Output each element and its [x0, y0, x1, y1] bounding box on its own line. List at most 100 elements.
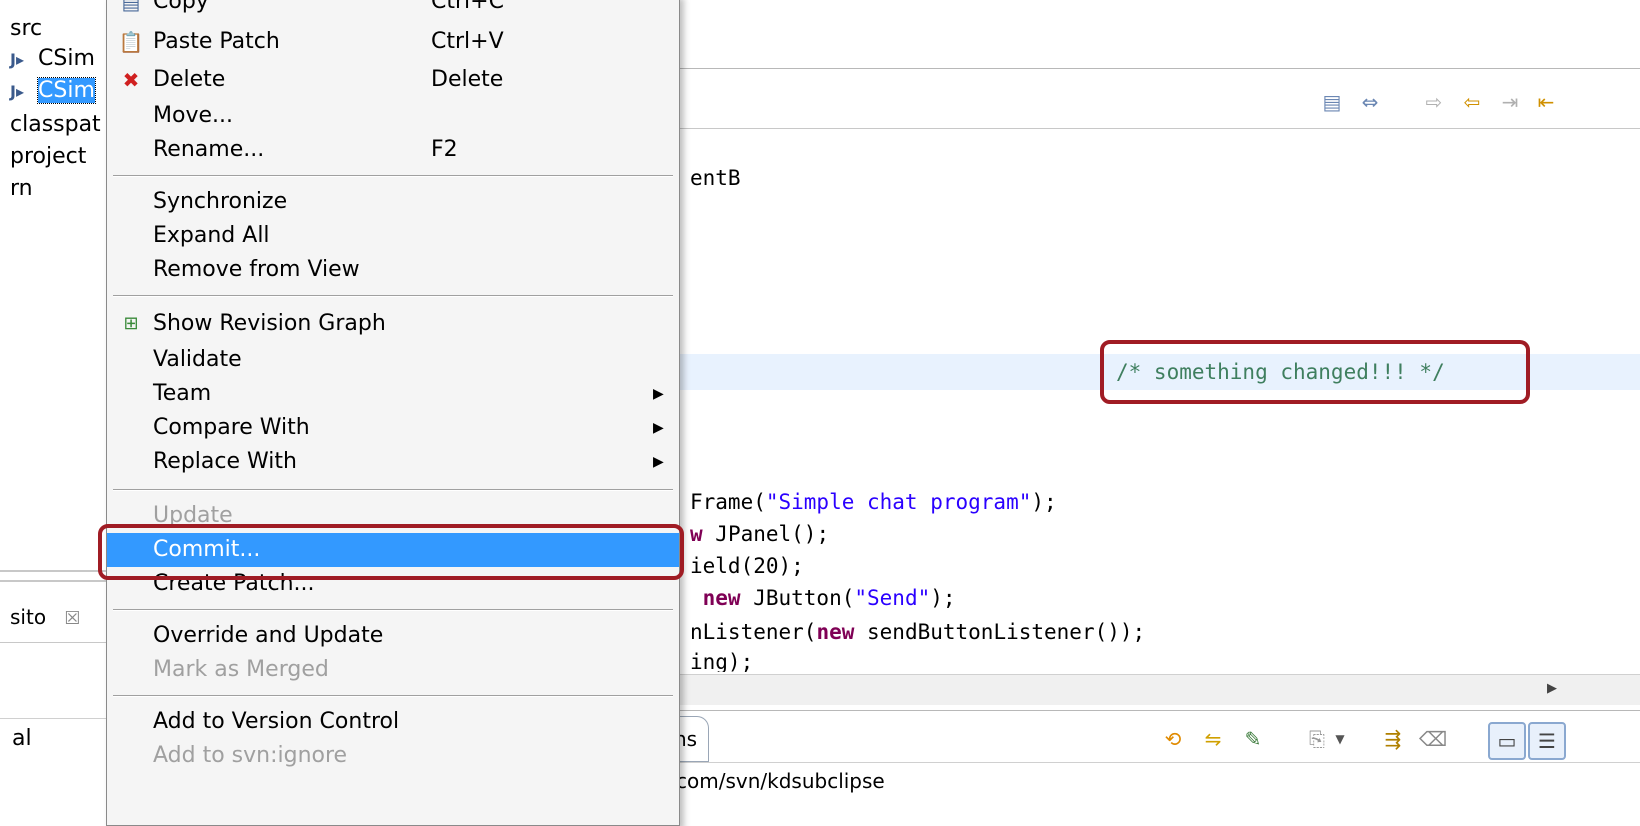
scroll-right-icon[interactable]: ▶: [1540, 678, 1564, 700]
menu-item-override-and-update[interactable]: Override and Update: [107, 619, 679, 653]
menu-item-label: Add to svn:ignore: [153, 743, 348, 768]
menu-item-add-to-version-control[interactable]: Add to Version Control: [107, 705, 679, 739]
close-icon[interactable]: ☒: [64, 608, 80, 629]
next-diff-icon[interactable]: ⇨: [1418, 86, 1450, 118]
prev-diff-icon[interactable]: ⇦: [1456, 86, 1488, 118]
code-line: Frame("Simple chat program");: [690, 486, 1057, 518]
layout-icon[interactable]: ▤: [1316, 86, 1348, 118]
tree-item-project[interactable]: project: [10, 142, 86, 172]
copy-right-icon[interactable]: ⇥: [1494, 86, 1526, 118]
menu-item-rename[interactable]: Rename... F2: [107, 133, 679, 167]
menu-separator: [113, 489, 673, 491]
code-line: new JButton("Send");: [690, 582, 956, 614]
menu-item-synchronize[interactable]: Synchronize: [107, 185, 679, 219]
tree-item-label: CSim: [38, 46, 95, 71]
menu-item-replace-with[interactable]: Replace With ▶: [107, 445, 679, 479]
menu-item-label: Move...: [153, 103, 233, 128]
menu-item-label: Rename...: [153, 137, 265, 162]
code-string: "Send": [854, 586, 931, 610]
compare-icon[interactable]: ⇋: [1196, 722, 1230, 756]
synchronize-icon[interactable]: ⟲: [1156, 722, 1190, 756]
menu-item-compare-with[interactable]: Compare With ▶: [107, 411, 679, 445]
view-divider: [0, 570, 106, 582]
code-text: ing);: [690, 650, 754, 672]
menu-item-accelerator: Ctrl+V: [431, 29, 504, 54]
tree-item-classpath[interactable]: classpat: [10, 110, 101, 140]
lower-view-row[interactable]: al: [12, 722, 32, 756]
menu-item-expand-all[interactable]: Expand All: [107, 219, 679, 253]
lower-view-row-label: al: [12, 726, 32, 751]
lower-view-divider: [0, 642, 106, 643]
tree-item-src[interactable]: src: [10, 14, 42, 44]
highlight-annotation-change: [1100, 340, 1530, 404]
dropdown-chevron-icon[interactable]: ▼: [1330, 722, 1350, 756]
comment-view-icon[interactable]: ▭: [1488, 722, 1526, 760]
editor-top-border: [672, 60, 1640, 69]
bottom-view-divider: [672, 762, 1640, 763]
repository-url: com/svn/kdsubclipse: [676, 769, 885, 793]
delete-icon: ✖: [122, 68, 140, 92]
paste-icon: 📋: [118, 30, 144, 54]
menu-item-label: Compare With: [153, 415, 310, 440]
menu-separator: [113, 175, 673, 177]
update-icon[interactable]: ⎘: [1300, 722, 1334, 756]
code-text: Frame(: [690, 490, 766, 514]
menu-item-add-to-svn-ignore[interactable]: Add to svn:ignore: [107, 739, 679, 773]
lower-view-tab-label: sito: [10, 605, 47, 629]
submenu-arrow-icon: ▶: [653, 420, 664, 436]
menu-item-label: Mark as Merged: [153, 657, 329, 682]
menu-item-label: Expand All: [153, 223, 270, 248]
editor-header-divider: [672, 128, 1640, 129]
menu-item-delete[interactable]: ✖ Delete Delete: [107, 63, 679, 97]
code-text: entB: [690, 166, 741, 190]
menu-item-remove-from-view[interactable]: Remove from View: [107, 253, 679, 287]
tree-item-csim-1[interactable]: J▸ CSim: [10, 44, 95, 74]
menu-item-move[interactable]: Move...: [107, 99, 679, 133]
menu-item-label: Override and Update: [153, 623, 384, 648]
commit-icon[interactable]: ✎: [1236, 722, 1270, 756]
menu-item-label: Add to Version Control: [153, 709, 400, 734]
clear-icon[interactable]: ⌫: [1416, 722, 1450, 756]
menu-item-show-revision-graph[interactable]: ⊞ Show Revision Graph: [107, 307, 679, 341]
code-text: sendButtonListener());: [854, 620, 1146, 644]
code-text: );: [1031, 490, 1057, 514]
tree-item-rn[interactable]: rn: [10, 174, 33, 204]
menu-item-label: Show Revision Graph: [153, 311, 386, 336]
code-text: JButton(: [740, 586, 855, 610]
menu-separator: [113, 609, 673, 611]
code-line: ield(20);: [690, 550, 804, 582]
sync-layout-icon[interactable]: ⇔: [1354, 86, 1386, 118]
tree-item-label: project: [10, 144, 87, 169]
tree-item-csim-2[interactable]: J▸ CSim: [10, 76, 96, 106]
list-view-icon[interactable]: ☰: [1528, 722, 1566, 760]
menu-item-accelerator: F2: [431, 137, 458, 162]
menu-item-accelerator: Delete: [431, 67, 504, 92]
code-line: ing);: [690, 646, 753, 672]
submenu-arrow-icon: ▶: [653, 386, 664, 402]
menu-item-mark-as-merged[interactable]: Mark as Merged: [107, 653, 679, 687]
menu-item-label: Delete: [153, 67, 226, 92]
merge-icon[interactable]: ⇶: [1376, 722, 1410, 756]
copy-left-icon[interactable]: ⇤: [1530, 86, 1562, 118]
menu-item-team[interactable]: Team ▶: [107, 377, 679, 411]
code-keyword: new: [816, 620, 855, 644]
code-line: w JPanel();: [690, 518, 829, 550]
menu-item-copy[interactable]: ▤ Copy Ctrl+C: [107, 0, 679, 19]
menu-item-label: Copy: [153, 0, 209, 14]
horizontal-scrollbar[interactable]: [672, 674, 1640, 705]
menu-item-label: Team: [153, 381, 212, 406]
tree-item-label: CSim: [37, 77, 96, 104]
code-string: "Simple chat program": [765, 490, 1032, 514]
menu-item-label: Replace With: [153, 449, 297, 474]
lower-view-row-divider: [0, 718, 106, 719]
menu-item-label: Validate: [153, 347, 242, 372]
code-text: nListener(: [690, 620, 817, 644]
menu-item-validate[interactable]: Validate: [107, 343, 679, 377]
java-file-icon: J▸: [10, 50, 24, 69]
submenu-arrow-icon: ▶: [653, 454, 664, 470]
code-keyword: w: [690, 522, 703, 546]
menu-item-paste-patch[interactable]: 📋 Paste Patch Ctrl+V: [107, 25, 679, 59]
menu-item-accelerator: Ctrl+C: [431, 0, 504, 14]
lower-view-tab[interactable]: sito ☒: [10, 600, 81, 634]
code-text: ield(20);: [690, 554, 804, 578]
